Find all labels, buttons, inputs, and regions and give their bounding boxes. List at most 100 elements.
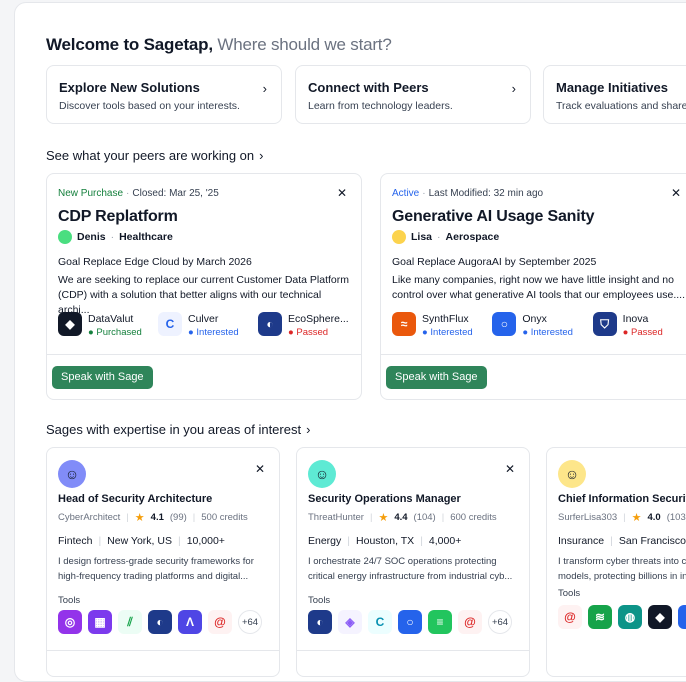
sage-stats: SurferLisa303| ★4.0(103) — [558, 511, 686, 524]
goal-text: Replace AugoraAI — [417, 256, 502, 268]
sage-bio: I orchestrate 24/7 SOC operations protec… — [308, 556, 513, 582]
chevron-right-icon: › — [306, 422, 311, 437]
ring-icon: ○ — [492, 312, 517, 336]
sage-handle: ThreatHunter — [308, 512, 364, 523]
goal-prefix: Goal — [58, 256, 81, 268]
tool-logo-icon[interactable]: ◍ — [618, 605, 642, 629]
tool-logo-icon[interactable]: Λ — [178, 610, 202, 634]
sage-card[interactable]: ☺ ✕ Security Operations Manager ThreatHu… — [296, 447, 530, 677]
tool-logo-icon[interactable]: @ — [208, 610, 232, 634]
close-icon[interactable]: ✕ — [255, 462, 265, 476]
location: San Francisco, CA — [618, 535, 686, 547]
location: New York, US — [107, 535, 172, 547]
goal-by: by — [504, 256, 516, 268]
tool-name: Onyx — [522, 313, 547, 325]
user-name: Lisa — [411, 231, 433, 243]
rating: 4.1 — [150, 512, 164, 523]
speak-with-sage-button[interactable]: Speak with Sage — [386, 366, 487, 389]
tool-item[interactable]: ≈ SynthFlux ● Interested — [392, 312, 492, 338]
tool-logo-icon[interactable]: ▦ — [88, 610, 112, 634]
tool-item[interactable]: ⛉ Inova ● Passed — [592, 312, 686, 338]
close-icon[interactable]: ✕ — [337, 186, 347, 200]
goal-by: by — [182, 256, 194, 268]
cube-icon: ◆ — [58, 312, 82, 336]
tool-item[interactable]: ◐ EcoSphere... ● Passed — [258, 312, 358, 338]
sage-card[interactable]: ☺ Chief Information Security Officer Sur… — [546, 447, 686, 677]
date-label: Closed: — [132, 188, 167, 199]
industry: Healthcare — [119, 231, 173, 243]
card-title: Manage Initiatives — [556, 80, 668, 95]
avatar — [392, 230, 406, 244]
sage-role: Chief Information Security Officer — [558, 493, 686, 505]
tool-logo-icon[interactable]: ◎ — [58, 610, 82, 634]
tool-logos: ◎ ▦ ⫽ ◐ Λ @ +64 — [58, 610, 262, 634]
avatar: ☺ — [308, 460, 336, 488]
manage-initiatives-card[interactable]: Manage Initiatives Track evaluations and… — [543, 65, 686, 124]
industry: Insurance — [558, 535, 605, 547]
tool-status-text: Interested — [196, 327, 239, 338]
tool-status: ● Interested — [422, 327, 473, 338]
sages-section-title[interactable]: Sages with expertise in you areas of int… — [46, 422, 310, 437]
initiative-title: CDP Replatform — [58, 208, 178, 225]
review-count: (103) — [666, 512, 686, 523]
tool-status-text: Interested — [430, 327, 473, 338]
industry: Aerospace — [445, 231, 500, 243]
chevron-right-icon: › — [511, 81, 516, 96]
speak-with-sage-button[interactable]: Speak with Sage — [52, 366, 153, 389]
industry: Energy — [308, 535, 342, 547]
sage-stats: ThreatHunter | ★ 4.4 (104) | 600 credits — [308, 512, 497, 524]
tool-status: ● Passed — [288, 327, 329, 338]
welcome-subtitle: Where should we start? — [217, 35, 392, 54]
page-title: Welcome to Sagetap, Where should we star… — [46, 35, 392, 55]
tool-logo-icon[interactable]: ⫽ — [118, 610, 142, 634]
goal-prefix: Goal — [392, 256, 415, 268]
card-footer — [297, 650, 529, 651]
card-footer — [47, 650, 279, 651]
tool-logo-icon[interactable]: @ — [458, 610, 482, 634]
peer-user: Lisa · Aerospace — [392, 230, 499, 244]
star-icon: ★ — [631, 512, 642, 524]
peer-card[interactable]: Active · Last Modified: 32 min ago ✕ Gener… — [380, 173, 686, 400]
peer-user: Denis · Healthcare — [58, 230, 173, 244]
tool-logo-icon[interactable]: ◐ — [308, 610, 332, 634]
close-icon[interactable]: ✕ — [505, 462, 515, 476]
tool-item[interactable]: ○ Onyx ● Interested — [492, 312, 592, 338]
tool-status: ● Interested — [188, 327, 239, 338]
explore-solutions-card[interactable]: Explore New Solutions Discover tools bas… — [46, 65, 282, 124]
sage-card[interactable]: ☺ ✕ Head of Security Architecture CyberA… — [46, 447, 280, 677]
tool-list: ◆ DataValut ● Purchased C Culver ● Interes… — [58, 312, 358, 338]
tool-logo-icon[interactable]: ◈ — [338, 610, 362, 634]
tool-item[interactable]: ◆ DataValut ● Purchased — [58, 312, 158, 338]
peer-card[interactable]: New Purchase · Closed: Mar 25, '25 ✕ CDP R… — [46, 173, 362, 400]
star-icon: ★ — [378, 512, 389, 524]
tool-logos: @ ≋ ◍ ◆ C — [558, 605, 686, 629]
tool-logo-icon[interactable]: @ — [558, 605, 582, 629]
tool-logo-icon[interactable]: ○ — [398, 610, 422, 634]
company-size: 4,000+ — [428, 535, 462, 547]
tool-logo-icon[interactable]: ≡ — [428, 610, 452, 634]
close-icon[interactable]: ✕ — [671, 186, 681, 200]
card-footer: Speak with Sage — [47, 354, 361, 389]
more-tools-badge[interactable]: +64 — [488, 610, 512, 634]
peers-section-title[interactable]: See what your peers are working on › — [46, 148, 263, 163]
tool-logo-icon[interactable]: ◐ — [148, 610, 172, 634]
more-tools-badge[interactable]: +64 — [238, 610, 262, 634]
goal-date: March 2026 — [196, 256, 252, 268]
tool-logo-icon[interactable]: C — [368, 610, 392, 634]
avatar: ☺ — [558, 460, 586, 488]
sage-handle: SurferLisa303 — [558, 512, 618, 523]
tool-logo-icon[interactable]: C — [678, 605, 686, 629]
tool-status-text: Passed — [296, 327, 329, 338]
shield-icon: ⛉ — [592, 312, 617, 336]
flux-icon: ≈ — [392, 312, 416, 336]
goal-line: Goal Replace Edge Cloud by March 2026 — [58, 256, 252, 268]
tool-logo-icon[interactable]: ≋ — [588, 605, 612, 629]
tool-logo-icon[interactable]: ◆ — [648, 605, 672, 629]
status-label: New Purchase — [58, 188, 124, 199]
credits: 500 credits — [201, 512, 248, 523]
tool-item[interactable]: C Culver ● Interested — [158, 312, 258, 338]
date-value: 32 min ago — [493, 188, 544, 199]
sage-company: Energy | Houston, TX | 4,000+ — [308, 535, 462, 547]
connect-peers-card[interactable]: Connect with Peers Learn from technology… — [295, 65, 531, 124]
tool-list: ≈ SynthFlux ● Interested ○ Onyx ● Interest… — [392, 312, 686, 338]
